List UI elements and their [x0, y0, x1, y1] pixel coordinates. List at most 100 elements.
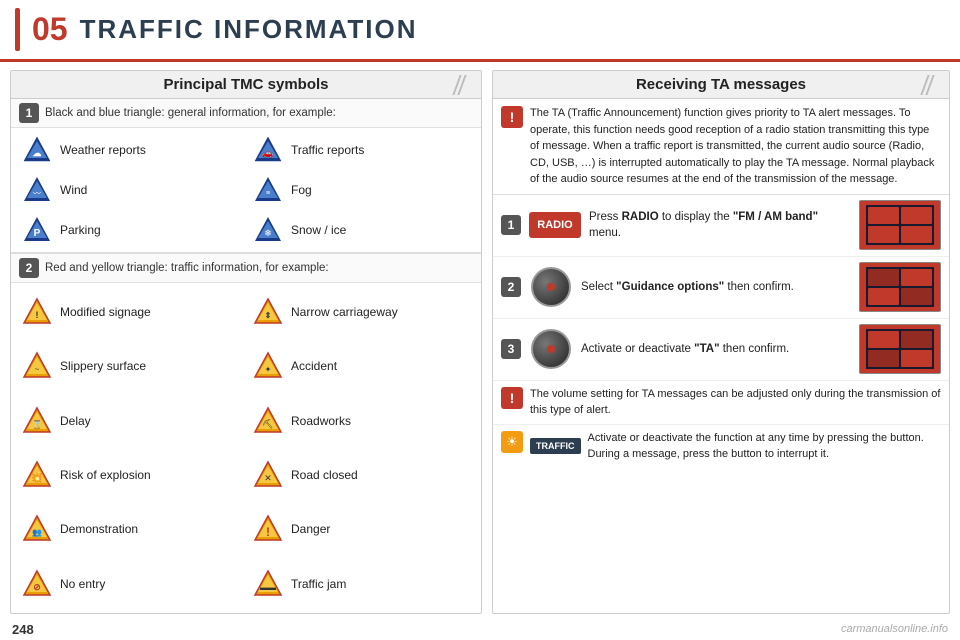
step2-text: Select "Guidance options" then confirm. — [581, 279, 851, 295]
svg-text:▬▬: ▬▬ — [260, 583, 276, 592]
step1-badge: 1 — [501, 215, 521, 235]
svg-text:✕: ✕ — [264, 473, 272, 483]
traffic-reports-icon: 🚗 — [252, 134, 284, 166]
left-panel-title-wrap: Principal TMC symbols — [11, 71, 481, 99]
symbol-roadworks: ⛏ Roadworks — [246, 394, 477, 448]
parking-icon: P — [21, 214, 53, 246]
snow-icon: ❄ — [252, 214, 284, 246]
volume-tip-text: The volume setting for TA messages can b… — [530, 386, 941, 419]
snow-label: Snow / ice — [291, 223, 346, 237]
fog-label: Fog — [291, 183, 312, 197]
danger-icon: ! — [252, 513, 284, 545]
lightbulb-badge: ☀ — [501, 431, 523, 453]
traffic-button-label: TRAFFIC — [536, 441, 575, 451]
symbol-snow: ❄ Snow / ice — [246, 210, 477, 250]
danger-label: Danger — [291, 522, 330, 536]
svg-text:!: ! — [266, 525, 270, 539]
slippery-surface-label: Slippery surface — [60, 359, 146, 373]
slash-decoration — [456, 71, 463, 98]
step3-text: Activate or deactivate "TA" then confirm… — [581, 341, 851, 357]
left-panel: Principal TMC symbols 1 Black and blue t… — [10, 70, 482, 614]
svg-text:⇕: ⇕ — [265, 311, 272, 320]
page-footer: 248 carmanualsonline.info — [0, 618, 960, 640]
chapter-title: TRAFFIC INFORMATION — [80, 14, 418, 45]
narrow-carriageway-icon: ⇕ — [252, 296, 284, 328]
svg-text:≡: ≡ — [266, 190, 270, 197]
symbol-danger: ! Danger — [246, 502, 477, 556]
wind-icon: 〰 — [21, 174, 53, 206]
section2-symbols: ! Modified signage ⇕ Narrow carriageway … — [11, 283, 481, 613]
exclamation-badge-1: ! — [501, 106, 523, 128]
section1-symbols: ☁ Weather reports 🚗 Traffic reports 〰 Wi… — [11, 128, 481, 254]
traffic-tip-text: Activate or deactivate the function at a… — [588, 430, 924, 463]
svg-text:❄: ❄ — [264, 228, 272, 238]
ta-info-text: The TA (Traffic Announcement) function g… — [530, 105, 941, 188]
slash-decoration-right — [924, 71, 931, 98]
svg-text:⊘: ⊘ — [33, 582, 41, 592]
section1-badge: 1 — [19, 103, 39, 123]
symbol-parking: P Parking — [15, 210, 246, 250]
page-header: 05 TRAFFIC INFORMATION — [0, 0, 960, 62]
section2-description: Red and yellow triangle: traffic informa… — [45, 262, 329, 274]
step1-row: 1 RADIO Press RADIO to display the "FM /… — [493, 195, 949, 257]
modified-signage-label: Modified signage — [60, 305, 151, 319]
traffic-jam-icon: ▬▬ — [252, 568, 284, 600]
step3-row: 3 Activate or deactivate "TA" then confi… — [493, 319, 949, 381]
step2-row: 2 Select "Guidance options" then confirm… — [493, 257, 949, 319]
step1-text: Press RADIO to display the "FM / AM band… — [589, 209, 851, 241]
symbol-risk-explosion: 💥 Risk of explosion — [15, 448, 246, 502]
delay-label: Delay — [60, 414, 91, 428]
svg-text:☁: ☁ — [33, 148, 42, 158]
ta-info-box: ! The TA (Traffic Announcement) function… — [493, 99, 949, 195]
svg-text:〰: 〰 — [33, 189, 41, 198]
svg-text:⌛: ⌛ — [32, 419, 42, 429]
volume-tip-box: ! The volume setting for TA messages can… — [493, 381, 949, 425]
roadworks-icon: ⛏ — [252, 405, 284, 437]
no-entry-icon: ⊘ — [21, 568, 53, 600]
exclamation-badge-2: ! — [501, 387, 523, 409]
step1-button-label: RADIO — [537, 219, 572, 231]
symbol-road-closed: ✕ Road closed — [246, 448, 477, 502]
risk-explosion-icon: 💥 — [21, 459, 53, 491]
demonstration-icon: 👥 — [21, 513, 53, 545]
page-number: 248 — [12, 622, 34, 637]
brand-text: carmanualsonline.info — [841, 623, 948, 635]
section1-header: 1 Black and blue triangle: general infor… — [11, 99, 481, 128]
road-closed-icon: ✕ — [252, 459, 284, 491]
main-content: Principal TMC symbols 1 Black and blue t… — [0, 62, 960, 618]
symbol-traffic-jam: ▬▬ Traffic jam — [246, 557, 477, 611]
section2-header: 2 Red and yellow triangle: traffic infor… — [11, 254, 481, 283]
traffic-tip-box: ☀ TRAFFIC Activate or deactivate the fun… — [493, 425, 949, 468]
road-closed-label: Road closed — [291, 468, 358, 482]
svg-text:!: ! — [36, 310, 39, 320]
step3-device-image — [859, 324, 941, 374]
traffic-button-display: TRAFFIC — [530, 438, 581, 454]
svg-text:P: P — [34, 228, 41, 239]
symbol-fog: ≡ Fog — [246, 170, 477, 210]
step2-device-image — [859, 262, 941, 312]
symbol-wind: 〰 Wind — [15, 170, 246, 210]
traffic-reports-label: Traffic reports — [291, 143, 364, 157]
demonstration-label: Demonstration — [60, 522, 138, 536]
section1-description: Black and blue triangle: general informa… — [45, 107, 336, 119]
step1-device-image — [859, 200, 941, 250]
wind-label: Wind — [60, 183, 87, 197]
step2-knob-area — [529, 265, 573, 309]
delay-icon: ⌛ — [21, 405, 53, 437]
symbol-slippery-surface: ~ Slippery surface — [15, 339, 246, 393]
modified-signage-icon: ! — [21, 296, 53, 328]
fog-icon: ≡ — [252, 174, 284, 206]
weather-reports-label: Weather reports — [60, 143, 146, 157]
step1-button-area: RADIO — [529, 212, 581, 238]
symbol-delay: ⌛ Delay — [15, 394, 246, 448]
svg-text:🚗: 🚗 — [262, 148, 273, 158]
red-accent-bar — [15, 8, 20, 51]
left-panel-title: Principal TMC symbols — [163, 76, 328, 93]
symbol-modified-signage: ! Modified signage — [15, 285, 246, 339]
narrow-carriageway-label: Narrow carriageway — [291, 305, 398, 319]
svg-text:⛏: ⛏ — [262, 419, 273, 429]
symbol-accident: ✦ Accident — [246, 339, 477, 393]
risk-explosion-label: Risk of explosion — [60, 468, 151, 482]
no-entry-label: No entry — [60, 577, 105, 591]
right-panel-title: Receiving TA messages — [636, 76, 806, 93]
